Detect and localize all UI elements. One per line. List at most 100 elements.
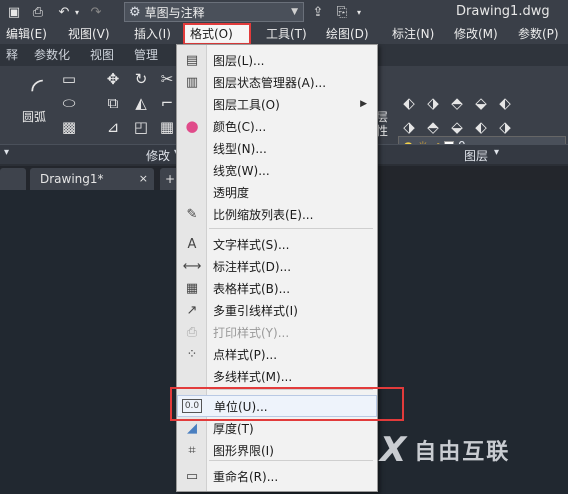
copy-icon[interactable]: ⧉ (104, 94, 122, 112)
layer-properties-label: 层性 (376, 110, 389, 138)
menu-item-label: 厚度(T) (213, 421, 254, 436)
workspace-label: 草图与注释 (144, 5, 205, 20)
menu-item[interactable]: ↗ 多重引线样式(I) (177, 299, 377, 321)
menu-edit[interactable]: 编辑(E) (0, 24, 50, 44)
multileader-icon: ↗ (186, 302, 198, 318)
rotate-icon[interactable]: ↻ (132, 70, 150, 88)
menu-item-label: 多线样式(M)... (213, 369, 293, 384)
tab-view[interactable]: 视图 (80, 44, 124, 66)
scale-icon[interactable]: ◰ (132, 118, 150, 136)
format-menu-dropdown: ▤ 图层(L)... ▥ 图层状态管理器(A)... 图层工具(O) ▶ ● 颜色(C)...… (176, 44, 378, 492)
quick-access-toolbar: ▣ ⎙ ↶ ▾ ↷ ⚙ 草图与注释 ▼ ⇪ ⎘ ▾ Drawing1.dwg (0, 0, 568, 24)
layer-tool-3-icon[interactable]: ⬘ (448, 94, 466, 112)
menu-item[interactable]: 线型(N)... (177, 137, 377, 159)
menu-item[interactable]: ▥ 图层状态管理器(A)... (177, 71, 377, 93)
watermark: X 自由互联 (380, 430, 510, 470)
layer-tool-2-icon[interactable]: ⬗ (424, 94, 442, 112)
tab-annotate[interactable]: 释 (0, 44, 24, 66)
workspace-selector[interactable]: ⚙ 草图与注释 ▼ (124, 2, 304, 22)
print-icon[interactable]: ⎙ (30, 4, 46, 20)
menu-item-label: 比例缩放列表(E)... (213, 207, 314, 222)
layer-panel-label[interactable]: 图层 (464, 147, 488, 164)
arc-label: 圆弧 (22, 110, 47, 124)
modify-panel-label[interactable]: 修改 (146, 147, 170, 164)
arc-icon[interactable]: ◜ (20, 72, 54, 107)
menu-item-label: 多重引线样式(I) (213, 303, 298, 318)
menu-format[interactable]: 格式(O) (183, 23, 251, 45)
menu-dimension[interactable]: 标注(N) (386, 24, 442, 44)
undo-icon[interactable]: ↶ (56, 4, 72, 20)
layer-expand-icon[interactable]: ▾ (494, 147, 499, 158)
menu-item[interactable]: ⟷ 标注样式(D)... (177, 255, 377, 277)
start-tab[interactable] (0, 168, 26, 190)
trim-icon[interactable]: ✂ (158, 70, 176, 88)
thickness-icon: ◢ (187, 420, 197, 436)
move-icon[interactable]: ✥ (104, 70, 122, 88)
share-icon[interactable]: ⇪ (310, 4, 326, 20)
print-style-icon: ⎙ (186, 324, 198, 340)
layer-tool-4-icon[interactable]: ⬙ (472, 94, 490, 112)
menu-separator (209, 460, 373, 461)
menu-item[interactable]: ▦ 表格样式(B)... (177, 277, 377, 299)
menu-tools[interactable]: 工具(T) (260, 24, 314, 44)
menu-separator (209, 228, 373, 229)
tab-manage[interactable]: 管理 (124, 44, 168, 66)
annotation-highlight-box (170, 387, 404, 421)
menu-item-label: 重命名(R)... (213, 469, 279, 484)
menu-item[interactable]: ✎ 比例缩放列表(E)... (177, 203, 377, 225)
stretch-icon[interactable]: ⊿ (104, 118, 122, 136)
menu-item-label: 颜色(C)... (213, 119, 267, 134)
layer-tool-5-icon[interactable]: ⬖ (496, 94, 514, 112)
array-icon[interactable]: ▦ (158, 118, 176, 136)
menu-item[interactable]: ▤ 图层(L)... (177, 49, 377, 71)
rectangle-icon[interactable]: ▭ (60, 70, 78, 88)
menu-item[interactable]: ⁘ 点样式(P)... (177, 343, 377, 365)
hatch-icon[interactable]: ▩ (60, 118, 78, 136)
file-tab-drawing1[interactable]: Drawing1* × (30, 168, 154, 190)
ellipse-icon[interactable]: ⬭ (60, 94, 78, 112)
redo-icon[interactable]: ↷ (88, 4, 104, 20)
layer-tool-10-icon[interactable]: ⬗ (496, 118, 514, 136)
file-export-icon[interactable]: ⎘ (334, 4, 350, 20)
menu-item[interactable]: 线宽(W)... (177, 159, 377, 181)
dim-style-icon: ⟷ (182, 258, 202, 274)
menu-item-label: 线型(N)... (213, 141, 267, 156)
layer-tool-9-icon[interactable]: ⬖ (472, 118, 490, 136)
panel-expand-icon[interactable]: ▾ (4, 147, 9, 158)
layer-tool-8-icon[interactable]: ⬙ (448, 118, 466, 136)
undo-dropdown-icon[interactable]: ▾ (72, 4, 82, 20)
menu-item-label: 标注样式(D)... (213, 259, 292, 274)
menu-item[interactable]: A 文字样式(S)... (177, 233, 377, 255)
layer-tool-7-icon[interactable]: ⬘ (424, 118, 442, 136)
menu-view[interactable]: 视图(V) (62, 24, 122, 44)
menu-item[interactable]: ● 颜色(C)... (177, 115, 377, 137)
menu-item-label: 透明度 (213, 185, 250, 200)
menu-modify[interactable]: 修改(M) (448, 24, 504, 44)
menu-item-label: 图层(L)... (213, 53, 265, 68)
layers-icon: ▤ (185, 52, 199, 68)
mirror-icon[interactable]: ◭ (132, 94, 150, 112)
layer-tool-1-icon[interactable]: ⬖ (400, 94, 418, 112)
menu-bar: 编辑(E) 视图(V) 插入(I) 格式(O) 工具(T) 绘图(D) 标注(N… (0, 23, 568, 45)
save-icon[interactable]: ▣ (6, 4, 22, 20)
submenu-arrow-icon: ▶ (360, 99, 367, 109)
text-style-icon: A (187, 236, 197, 252)
menu-item[interactable]: 多线样式(M)... (177, 365, 377, 387)
menu-insert[interactable]: 插入(I) (128, 24, 184, 44)
menu-item[interactable]: 透明度 (177, 181, 377, 203)
close-icon[interactable]: × (139, 168, 148, 190)
tab-parametric[interactable]: 参数化 (24, 44, 80, 66)
menu-item[interactable]: 图层工具(O) ▶ (177, 93, 377, 115)
menu-item-label: 点样式(P)... (213, 347, 278, 362)
watermark-logo: X (380, 430, 407, 470)
menu-draw[interactable]: 绘图(D) (320, 24, 380, 44)
menu-parametric[interactable]: 参数(P) (512, 24, 568, 44)
layer-tool-6-icon[interactable]: ⬗ (400, 118, 418, 136)
chevron-down-icon: ▼ (291, 7, 298, 17)
menu-item[interactable]: ⌗ 图形界限(I) (177, 439, 377, 461)
point-style-icon: ⁘ (186, 346, 198, 362)
menu-item[interactable]: ▭ 重命名(R)... (177, 465, 377, 487)
qat-more-icon[interactable]: ▾ (354, 4, 364, 20)
fillet-icon[interactable]: ⌐ (158, 94, 176, 112)
file-tab-label: Drawing1* (40, 172, 104, 186)
